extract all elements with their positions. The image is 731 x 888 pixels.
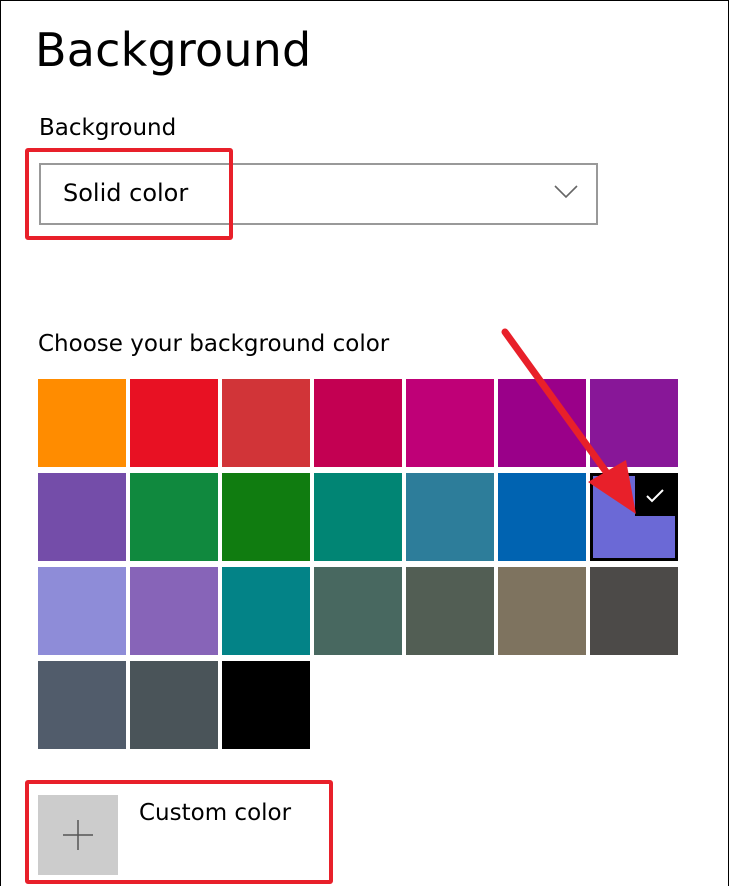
color-swatch[interactable] <box>130 661 218 749</box>
custom-color-highlight-box <box>25 780 333 884</box>
color-swatch[interactable] <box>498 567 586 655</box>
color-swatch[interactable] <box>222 661 310 749</box>
color-swatch-selected[interactable] <box>590 473 678 561</box>
color-swatch[interactable] <box>590 567 678 655</box>
color-swatch[interactable] <box>38 473 126 561</box>
color-swatch[interactable] <box>222 473 310 561</box>
color-swatch[interactable] <box>38 379 126 467</box>
checkmark-icon <box>646 489 664 503</box>
color-swatch[interactable] <box>38 567 126 655</box>
color-swatch-grid <box>38 379 678 749</box>
color-swatch[interactable] <box>590 379 678 467</box>
color-swatch[interactable] <box>130 567 218 655</box>
color-swatch[interactable] <box>130 473 218 561</box>
selected-check-badge <box>635 476 675 516</box>
color-swatch[interactable] <box>222 379 310 467</box>
color-swatch[interactable] <box>406 567 494 655</box>
color-swatch[interactable] <box>406 473 494 561</box>
chevron-down-icon <box>554 185 578 199</box>
background-label: Background <box>39 115 177 141</box>
color-swatch[interactable] <box>498 473 586 561</box>
color-swatch[interactable] <box>38 661 126 749</box>
dropdown-highlight-box <box>25 148 233 240</box>
color-swatch[interactable] <box>314 379 402 467</box>
page-title: Background <box>35 23 312 77</box>
color-swatch[interactable] <box>406 379 494 467</box>
color-picker-label: Choose your background color <box>38 331 390 357</box>
color-swatch[interactable] <box>314 473 402 561</box>
settings-panel: Background Background Solid color Choose… <box>0 0 729 886</box>
color-swatch[interactable] <box>314 567 402 655</box>
color-swatch[interactable] <box>498 379 586 467</box>
color-swatch[interactable] <box>130 379 218 467</box>
color-swatch[interactable] <box>222 567 310 655</box>
